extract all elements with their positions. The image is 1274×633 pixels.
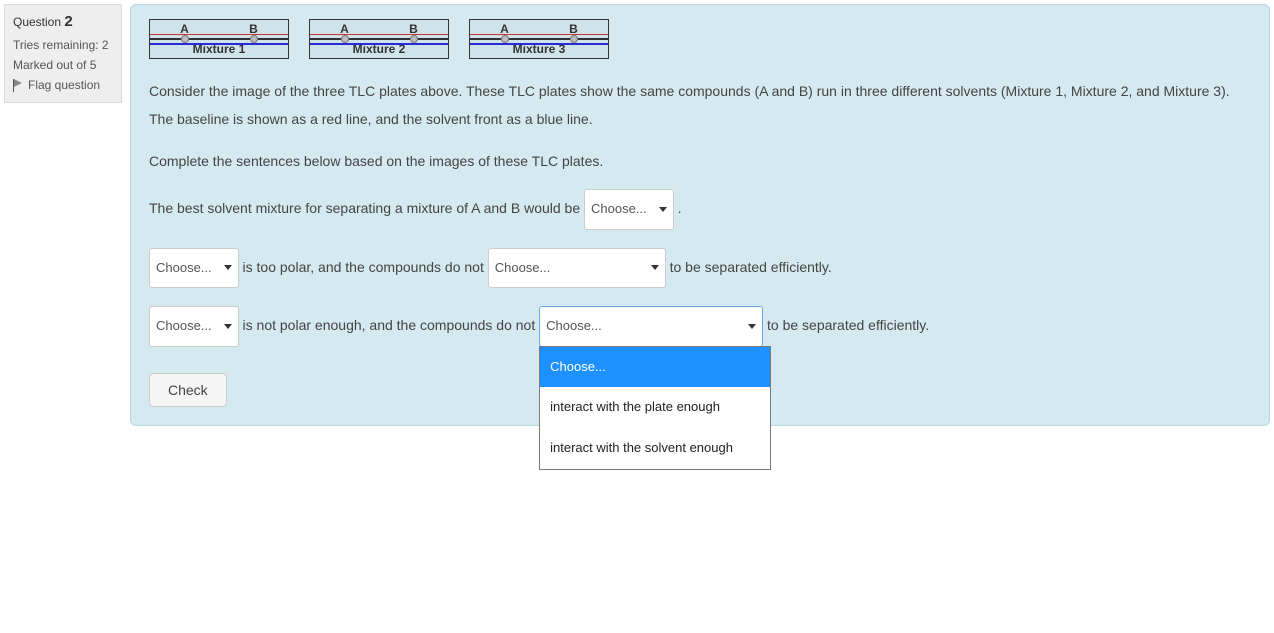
flag-question-link[interactable]: Flag question — [13, 78, 113, 92]
select-too-polar-mixture[interactable]: Choose... — [149, 248, 239, 289]
flag-icon — [13, 79, 24, 92]
sentence-1: The best solvent mixture for separating … — [149, 189, 1251, 230]
plate-caption-2: Mixture 2 — [310, 39, 448, 58]
chevron-down-icon — [659, 207, 667, 212]
plate-caption-1: Mixture 1 — [150, 39, 288, 58]
select-too-polar-reason[interactable]: Choose... — [488, 248, 666, 289]
tries-remaining: Tries remaining: 2 — [13, 38, 113, 52]
chevron-down-icon — [224, 324, 232, 329]
baseline-line — [470, 34, 608, 35]
select-best-solvent[interactable]: Choose... — [584, 189, 674, 230]
question-number: Question 2 — [13, 13, 113, 30]
select-not-polar-mixture[interactable]: Choose... — [149, 306, 239, 347]
intro-paragraph: Consider the image of the three TLC plat… — [149, 77, 1251, 133]
question-content: A B Mixture 1 A B Mixture — [130, 4, 1270, 426]
tlc-spot — [250, 35, 258, 43]
solvent-front-line — [310, 43, 448, 45]
solvent-front-line — [150, 43, 288, 45]
select-not-polar-reason-dropdown: Choose... interact with the plate enough… — [539, 346, 771, 470]
check-button[interactable]: Check — [149, 373, 227, 407]
marked-out-of: Marked out of 5 — [13, 58, 113, 72]
question-info-box: Question 2 Tries remaining: 2 Marked out… — [4, 4, 122, 103]
complete-instruction: Complete the sentences below based on th… — [149, 147, 1251, 175]
dropdown-option[interactable]: interact with the plate enough — [540, 387, 770, 428]
dropdown-option[interactable]: Choose... — [540, 347, 770, 388]
select-not-polar-reason[interactable]: Choose... Choose... interact with the pl… — [539, 306, 763, 347]
baseline-line — [150, 34, 288, 35]
dropdown-option[interactable]: interact with the solvent enough — [540, 428, 770, 469]
tlc-spot — [341, 35, 349, 43]
tlc-spot — [410, 35, 418, 43]
sentence-2: Choose... is too polar, and the compound… — [149, 248, 1251, 289]
flag-question-label: Flag question — [28, 78, 100, 92]
tlc-plates-row: A B Mixture 1 A B Mixture — [149, 19, 1251, 59]
chevron-down-icon — [651, 265, 659, 270]
chevron-down-icon — [224, 265, 232, 270]
solvent-front-line — [470, 43, 608, 45]
tlc-plate-2: A B Mixture 2 — [309, 19, 449, 59]
baseline-line — [310, 34, 448, 35]
chevron-down-icon — [748, 324, 756, 329]
tlc-plate-3: A B Mixture 3 — [469, 19, 609, 59]
tlc-spot — [570, 35, 578, 43]
tlc-plate-1: A B Mixture 1 — [149, 19, 289, 59]
plate-caption-3: Mixture 3 — [470, 39, 608, 58]
sentence-3: Choose... is not polar enough, and the c… — [149, 306, 1251, 347]
tlc-spot — [501, 35, 509, 43]
tlc-spot — [181, 35, 189, 43]
